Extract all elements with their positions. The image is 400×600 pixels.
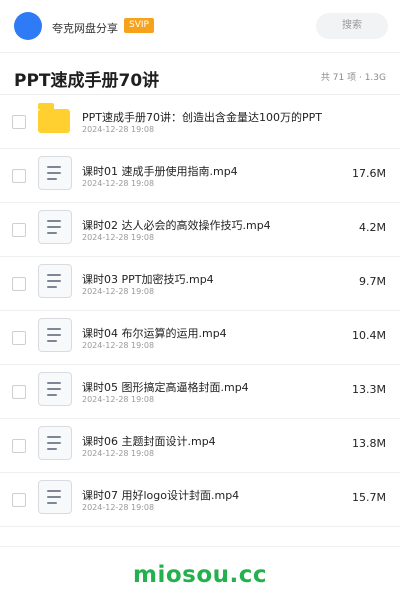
checkbox[interactable] (12, 115, 26, 129)
list-item[interactable]: 课时03 PPT加密技巧.mp4 2024-12-28 19:08 9.7M (0, 257, 400, 311)
file-icon (38, 210, 72, 244)
icon-line (47, 166, 61, 168)
item-name: 课时07 用好logo设计封面.mp4 (82, 489, 240, 502)
page-title: PPT速成手册70讲 (14, 71, 160, 91)
icon-line (47, 496, 61, 498)
item-date: 2024-12-28 19:08 (82, 395, 155, 404)
icon-line (47, 280, 61, 282)
icon-line (47, 340, 57, 342)
item-date: 2024-12-28 19:08 (82, 125, 155, 134)
folder-icon (38, 103, 70, 133)
checkbox[interactable] (12, 169, 26, 183)
item-date: 2024-12-28 19:08 (82, 341, 155, 350)
svip-badge: SVIP (124, 18, 154, 33)
list-item[interactable]: 课时02 达人必会的高效操作技巧.mp4 2024-12-28 19:08 4.… (0, 203, 400, 257)
item-date: 2024-12-28 19:08 (82, 179, 155, 188)
item-date: 2024-12-28 19:08 (82, 233, 155, 242)
list-item[interactable]: 课时07 用好logo设计封面.mp4 2024-12-28 19:08 15.… (0, 473, 400, 527)
icon-line (47, 490, 61, 492)
item-date: 2024-12-28 19:08 (82, 503, 155, 512)
file-icon (38, 264, 72, 298)
list-item[interactable]: 课时06 主题封面设计.mp4 2024-12-28 19:08 13.8M (0, 419, 400, 473)
item-size: 15.7M (352, 491, 386, 504)
icon-line (47, 334, 61, 336)
file-icon (38, 480, 72, 514)
icon-line (47, 502, 57, 504)
checkbox[interactable] (12, 277, 26, 291)
icon-line (47, 232, 57, 234)
item-size: 13.8M (352, 437, 386, 450)
top-bar: 夸克网盘分享 SVIP 搜索 (0, 0, 400, 52)
folder-meta: 共 71 项 · 1.3G (321, 70, 386, 83)
file-icon (38, 156, 72, 190)
item-size: 13.3M (352, 383, 386, 396)
total-size: 1.3G (364, 73, 386, 83)
list-item[interactable]: 课时04 布尔运算的运用.mp4 2024-12-28 19:08 10.4M (0, 311, 400, 365)
checkbox[interactable] (12, 331, 26, 345)
brand-label: 夸克网盘分享 (52, 22, 118, 35)
list-item[interactable]: 课时01 速成手册使用指南.mp4 2024-12-28 19:08 17.6M (0, 149, 400, 203)
item-name: 课时01 速成手册使用指南.mp4 (82, 165, 238, 178)
icon-line (47, 394, 57, 396)
checkbox[interactable] (12, 223, 26, 237)
item-date: 2024-12-28 19:08 (82, 287, 155, 296)
list-item[interactable]: PPT速成手册70讲：创造出含金量达100万的PPT 2024-12-28 19… (0, 95, 400, 149)
icon-line (47, 388, 61, 390)
icon-line (47, 274, 61, 276)
icon-line (47, 172, 61, 174)
item-name: 课时04 布尔运算的运用.mp4 (82, 327, 227, 340)
icon-line (47, 220, 61, 222)
avatar[interactable] (14, 12, 42, 40)
icon-line (47, 328, 61, 330)
item-size: 17.6M (352, 167, 386, 180)
icon-line (47, 286, 57, 288)
item-name: 课时02 达人必会的高效操作技巧.mp4 (82, 219, 271, 232)
watermark: miosou.cc (132, 562, 268, 588)
icon-line (47, 382, 61, 384)
icon-line (47, 178, 57, 180)
item-size: 10.4M (352, 329, 386, 342)
checkbox[interactable] (12, 493, 26, 507)
item-count: 共 71 项 (320, 73, 357, 83)
item-name: 课时05 图形搞定高逼格封面.mp4 (82, 381, 249, 394)
checkbox[interactable] (12, 439, 26, 453)
item-name: 课时06 主题封面设计.mp4 (82, 435, 216, 448)
file-icon (38, 318, 72, 352)
icon-line (47, 448, 57, 450)
divider (0, 526, 400, 527)
item-date: 2024-12-28 19:08 (82, 449, 155, 458)
item-size: 9.7M (359, 275, 386, 288)
item-name: 课时03 PPT加密技巧.mp4 (82, 273, 214, 286)
file-icon (38, 372, 72, 406)
file-icon (38, 426, 72, 460)
item-size: 4.2M (359, 221, 386, 234)
icon-line (47, 436, 61, 438)
divider (0, 546, 400, 547)
item-name: PPT速成手册70讲：创造出含金量达100万的PPT (82, 111, 322, 124)
checkbox[interactable] (12, 385, 26, 399)
icon-line (47, 226, 61, 228)
search-input[interactable]: 搜索 (316, 13, 388, 39)
icon-line (47, 442, 61, 444)
divider (0, 52, 400, 53)
list-item[interactable]: 课时05 图形搞定高逼格封面.mp4 2024-12-28 19:08 13.3… (0, 365, 400, 419)
